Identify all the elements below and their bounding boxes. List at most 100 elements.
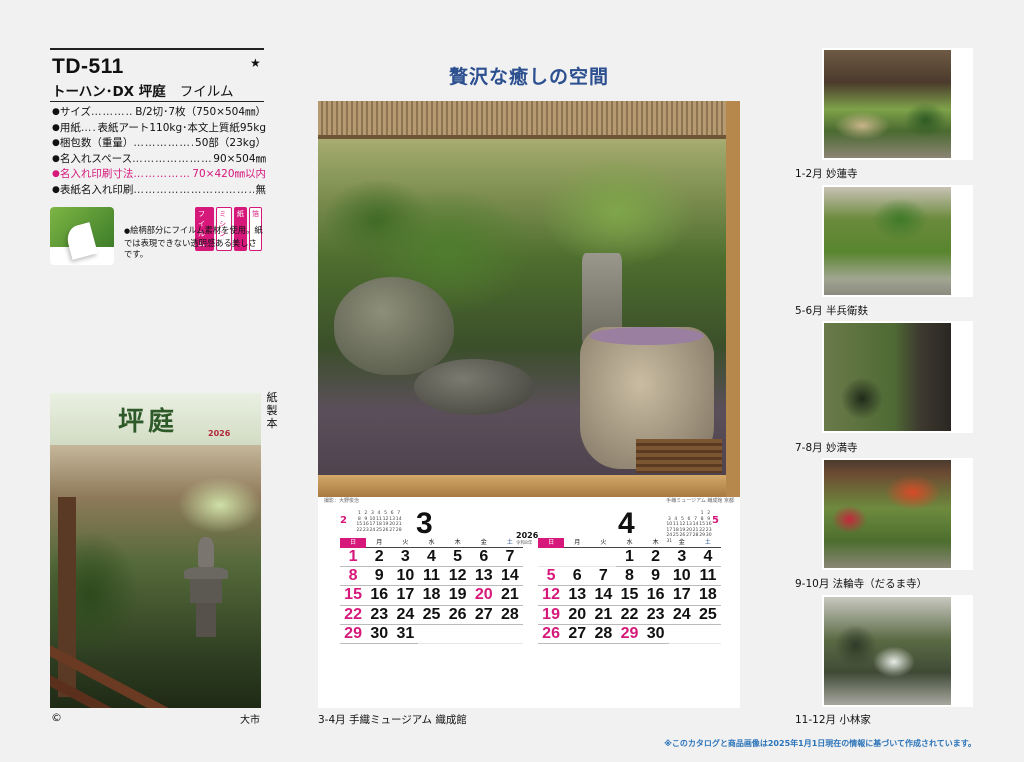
day-cell — [418, 625, 445, 644]
day-cell: 12 — [444, 567, 471, 587]
pillar-frame — [726, 101, 740, 497]
day-cell: 23 — [366, 606, 393, 625]
day-cell: 3 — [668, 548, 695, 568]
thumbnail-may-jun — [822, 185, 973, 297]
weekday-label: 月 — [574, 539, 581, 546]
day-cell: 10 — [668, 567, 695, 587]
day-cell: 13 — [564, 586, 591, 606]
day-cell: 1 — [340, 548, 367, 568]
calendar-sheet: 撮影：大野俊治 手織ミュージアム 織成館 京都 2 1 2 3 4 5 6 7 8 9 10 11 1… — [318, 101, 740, 708]
spec-row: ●名入れ印刷寸法 70×420㎜以内 — [52, 167, 266, 183]
day-grid: 1 2 3 4 5 6 7 8 9 10 11 12 13 14 15 16 17 18 19 20 21 22 23 24 2… — [538, 548, 721, 644]
weekday-label: 火 — [600, 539, 607, 546]
day-cell: 21 — [590, 606, 617, 625]
flat-rock — [414, 359, 534, 415]
garden-photo — [318, 101, 740, 497]
day-cell: 21 — [496, 586, 523, 606]
bullet-icon: ● — [52, 169, 60, 180]
day-cell: 27 — [564, 625, 591, 644]
day-cell: 29 — [340, 625, 367, 644]
day-cell: 10 — [392, 567, 419, 587]
spec-key: 表紙名入れ印刷 — [59, 183, 134, 196]
day-cell: 8 — [616, 567, 643, 587]
weekday-label: 土 — [506, 539, 513, 546]
film-feature-box: フイルム ミシン 紙 箔 ●絵柄部分にフイルム素材を使用。紙では表現できない透明… — [50, 205, 263, 267]
day-cell: 17 — [668, 586, 695, 606]
spec-leader — [133, 136, 193, 152]
product-code: TD-511 — [52, 55, 124, 78]
thumbnail-photo — [824, 187, 951, 295]
spec-row: ●表紙名入れ印刷 無 — [52, 183, 266, 199]
thumbnail-caption: 11-12月 小林家 — [795, 714, 871, 726]
spec-leader — [81, 121, 96, 137]
day-cell: 28 — [496, 606, 523, 625]
bullet-icon: ● — [52, 153, 60, 164]
day-cell: 12 — [538, 586, 565, 606]
cover-year: 2026 — [208, 429, 231, 438]
day-cell: 14 — [496, 567, 523, 587]
thumbnail-photo — [824, 50, 951, 158]
month-number-april: 4 — [618, 507, 635, 540]
day-cell: 7 — [496, 548, 523, 568]
spec-leader — [133, 183, 253, 199]
weekday-label: 日 — [538, 538, 565, 548]
cover-photo — [50, 445, 261, 708]
day-cell: 25 — [694, 606, 721, 625]
weekday-label: 火 — [402, 539, 409, 546]
photo-credit: 撮影：大野俊治 — [324, 498, 360, 504]
bamboo-blind — [318, 101, 740, 135]
day-cell: 26 — [444, 606, 471, 625]
day-cell: 18 — [418, 586, 445, 606]
day-cell: 26 — [538, 625, 565, 644]
day-cell: 29 — [616, 625, 643, 644]
basin-petals — [590, 327, 704, 345]
weekday-label: 水 — [428, 539, 435, 546]
day-cell: 24 — [392, 606, 419, 625]
photo-location: 手織ミュージアム 織成館 京都 — [666, 498, 734, 504]
day-cell: 16 — [366, 586, 393, 606]
day-cell: 31 — [392, 625, 419, 644]
spec-leader — [133, 167, 190, 183]
weekday-header: 日月火水木金土 — [340, 538, 523, 548]
day-cell: 5 — [444, 548, 471, 568]
bullet-icon: ● — [52, 184, 60, 195]
spec-value: 表紙アート110kg･本文上質紙95kg — [97, 121, 266, 134]
mini-day: 23 — [362, 527, 369, 533]
lantern-top — [198, 537, 214, 567]
thumbnail-jan-feb — [822, 48, 973, 160]
product-type: フイルム — [179, 84, 234, 100]
bullet-icon: ● — [52, 122, 60, 133]
weekday-label: 日 — [340, 538, 367, 548]
day-cell: 11 — [418, 567, 445, 587]
day-cell: 7 — [590, 567, 617, 587]
mini-day: 27 — [389, 527, 396, 533]
weekday-label: 月 — [376, 539, 383, 546]
lantern-base — [196, 603, 216, 637]
day-cell: 28 — [590, 625, 617, 644]
spec-value: B/2切･7枚（750×504㎜） — [135, 106, 266, 118]
day-cell: 2 — [642, 548, 669, 568]
day-cell: 8 — [340, 567, 367, 587]
spec-value: 無 — [255, 183, 267, 196]
weekday-label: 土 — [704, 539, 711, 546]
day-cell: 11 — [694, 567, 721, 587]
blind-bar — [318, 135, 740, 139]
spec-leader — [132, 152, 211, 168]
day-cell: 18 — [694, 586, 721, 606]
day-cell: 27 — [470, 606, 497, 625]
day-cell: 5 — [538, 567, 565, 587]
spec-row: ●用紙 表紙アート110kg･本文上質紙95kg — [52, 121, 266, 137]
day-cell: 17 — [392, 586, 419, 606]
mini-day: 28 — [395, 527, 402, 533]
day-cell: 1 — [616, 548, 643, 568]
mini-month-prev-number: 2 — [340, 515, 347, 526]
copyright-mark: © — [51, 711, 62, 724]
day-cell: 19 — [538, 606, 565, 625]
day-cell — [694, 625, 721, 644]
day-cell: 6 — [564, 567, 591, 587]
main-title: 贅沢な癒しの空間 — [448, 66, 609, 88]
calendar-march: 日月火水木金土 1 2 3 4 5 6 7 8 9 10 11 12 13 14 15 16 17 18 19 20 2… — [340, 538, 523, 644]
day-cell: 23 — [642, 606, 669, 625]
product-name-text: トーハン･DX 坪庭 — [52, 84, 166, 100]
spec-leader — [91, 105, 133, 121]
